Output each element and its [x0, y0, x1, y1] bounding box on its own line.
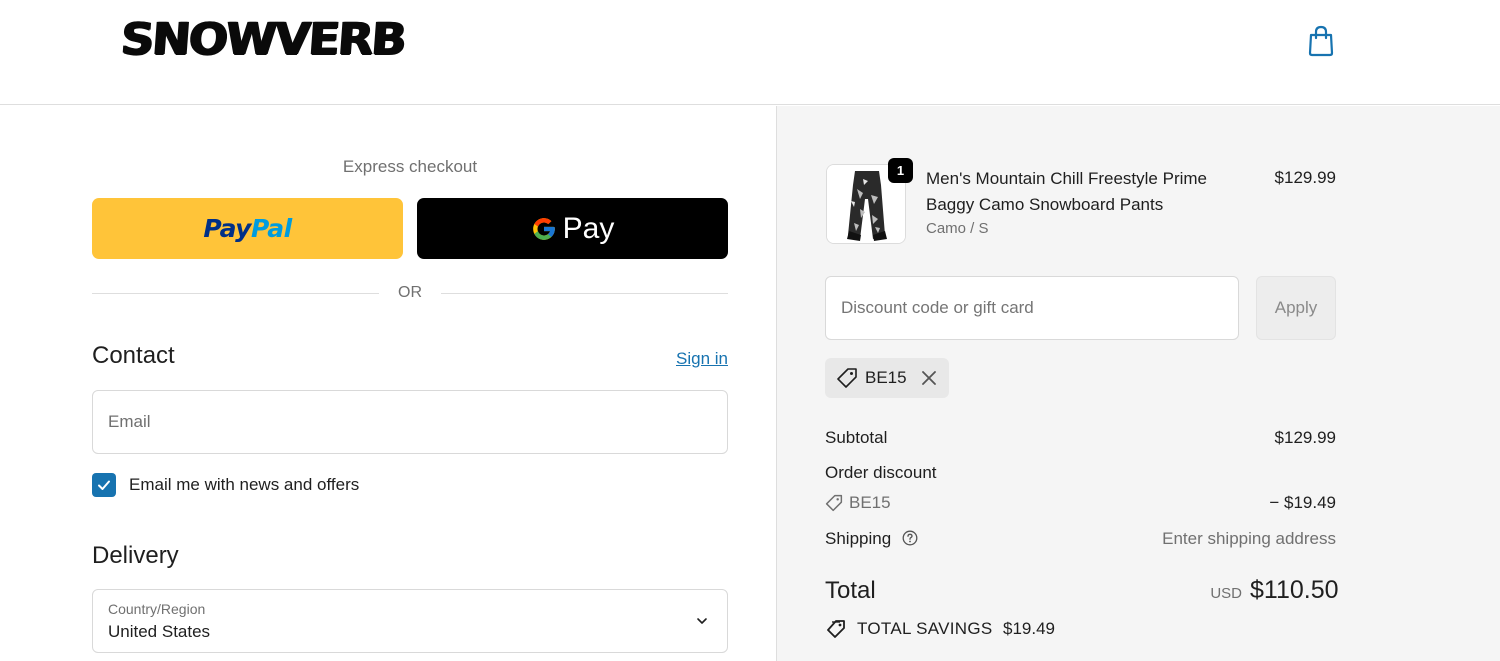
separator-line	[441, 293, 728, 294]
discount-code-label: BE15	[849, 493, 891, 512]
order-discount-row: Order discount	[825, 463, 1336, 483]
subtotal-label: Subtotal	[825, 428, 888, 447]
discount-code-input[interactable]	[826, 277, 1238, 339]
express-checkout-title: Express checkout	[342, 157, 478, 176]
subtotal-value: $129.99	[1274, 428, 1336, 447]
chevron-down-icon	[697, 618, 707, 624]
or-text: OR	[398, 284, 422, 301]
applied-code-chip: BE15	[825, 358, 949, 398]
remove-code-icon[interactable]	[919, 368, 939, 388]
tag-icon	[837, 368, 857, 388]
product-price: $129.99	[1274, 168, 1336, 187]
google-pay-button[interactable]: Pay	[417, 198, 728, 259]
email-field-wrapper	[92, 390, 728, 454]
total-label: Total	[825, 577, 876, 604]
discount-field-wrapper	[825, 276, 1239, 340]
product-variant: Camo / S	[926, 220, 989, 237]
checkout-form-panel	[0, 106, 776, 661]
email-field[interactable]	[93, 391, 727, 453]
total-savings-value: $19.49	[1003, 619, 1055, 638]
tag-icon	[825, 494, 843, 512]
separator-line	[92, 293, 379, 294]
newsletter-label[interactable]: Email me with news and offers	[129, 475, 359, 495]
total-savings-label: TOTAL SAVINGS	[857, 619, 993, 638]
delivery-heading: Delivery	[92, 542, 179, 569]
total-value: $110.50	[1250, 576, 1339, 604]
sign-in-link[interactable]: Sign in	[660, 349, 728, 369]
or-separator: OR	[92, 282, 728, 304]
currency-code: USD	[1210, 585, 1242, 602]
product-name: Men's Mountain Chill Freestyle Prime Bag…	[926, 169, 1208, 214]
shipping-label: Shipping	[825, 529, 892, 548]
contact-heading: Contact	[92, 342, 175, 369]
quantity-badge: 1	[888, 158, 913, 183]
subtotal-row: Subtotal $129.99	[825, 428, 1336, 448]
google-g-icon	[532, 217, 555, 240]
discount-amount: − $19.49	[1269, 493, 1336, 512]
apply-discount-button[interactable]: Apply	[1256, 276, 1336, 340]
country-select[interactable]: Country/Region United States	[92, 589, 728, 653]
store-logo[interactable]: SNOWVERB	[119, 14, 406, 65]
site-header: SNOWVERB	[0, 0, 1500, 105]
order-discount-label: Order discount	[825, 463, 937, 482]
country-label: Country/Region	[108, 601, 206, 617]
paypal-logo: PayPal	[203, 214, 292, 243]
applied-code-text: BE15	[865, 368, 907, 387]
newsletter-checkbox[interactable]	[92, 473, 116, 497]
shipping-row: Shipping Enter shipping address	[825, 529, 1336, 549]
savings-tag-icon	[827, 620, 845, 638]
google-pay-label: Pay	[562, 211, 615, 245]
paypal-button[interactable]: PayPal	[92, 198, 403, 259]
checkmark-icon	[98, 480, 110, 490]
shipping-value: Enter shipping address	[1162, 529, 1336, 548]
shopping-bag-icon[interactable]	[1306, 25, 1336, 57]
help-circle-icon[interactable]	[902, 530, 918, 546]
country-value: United States	[108, 622, 211, 641]
